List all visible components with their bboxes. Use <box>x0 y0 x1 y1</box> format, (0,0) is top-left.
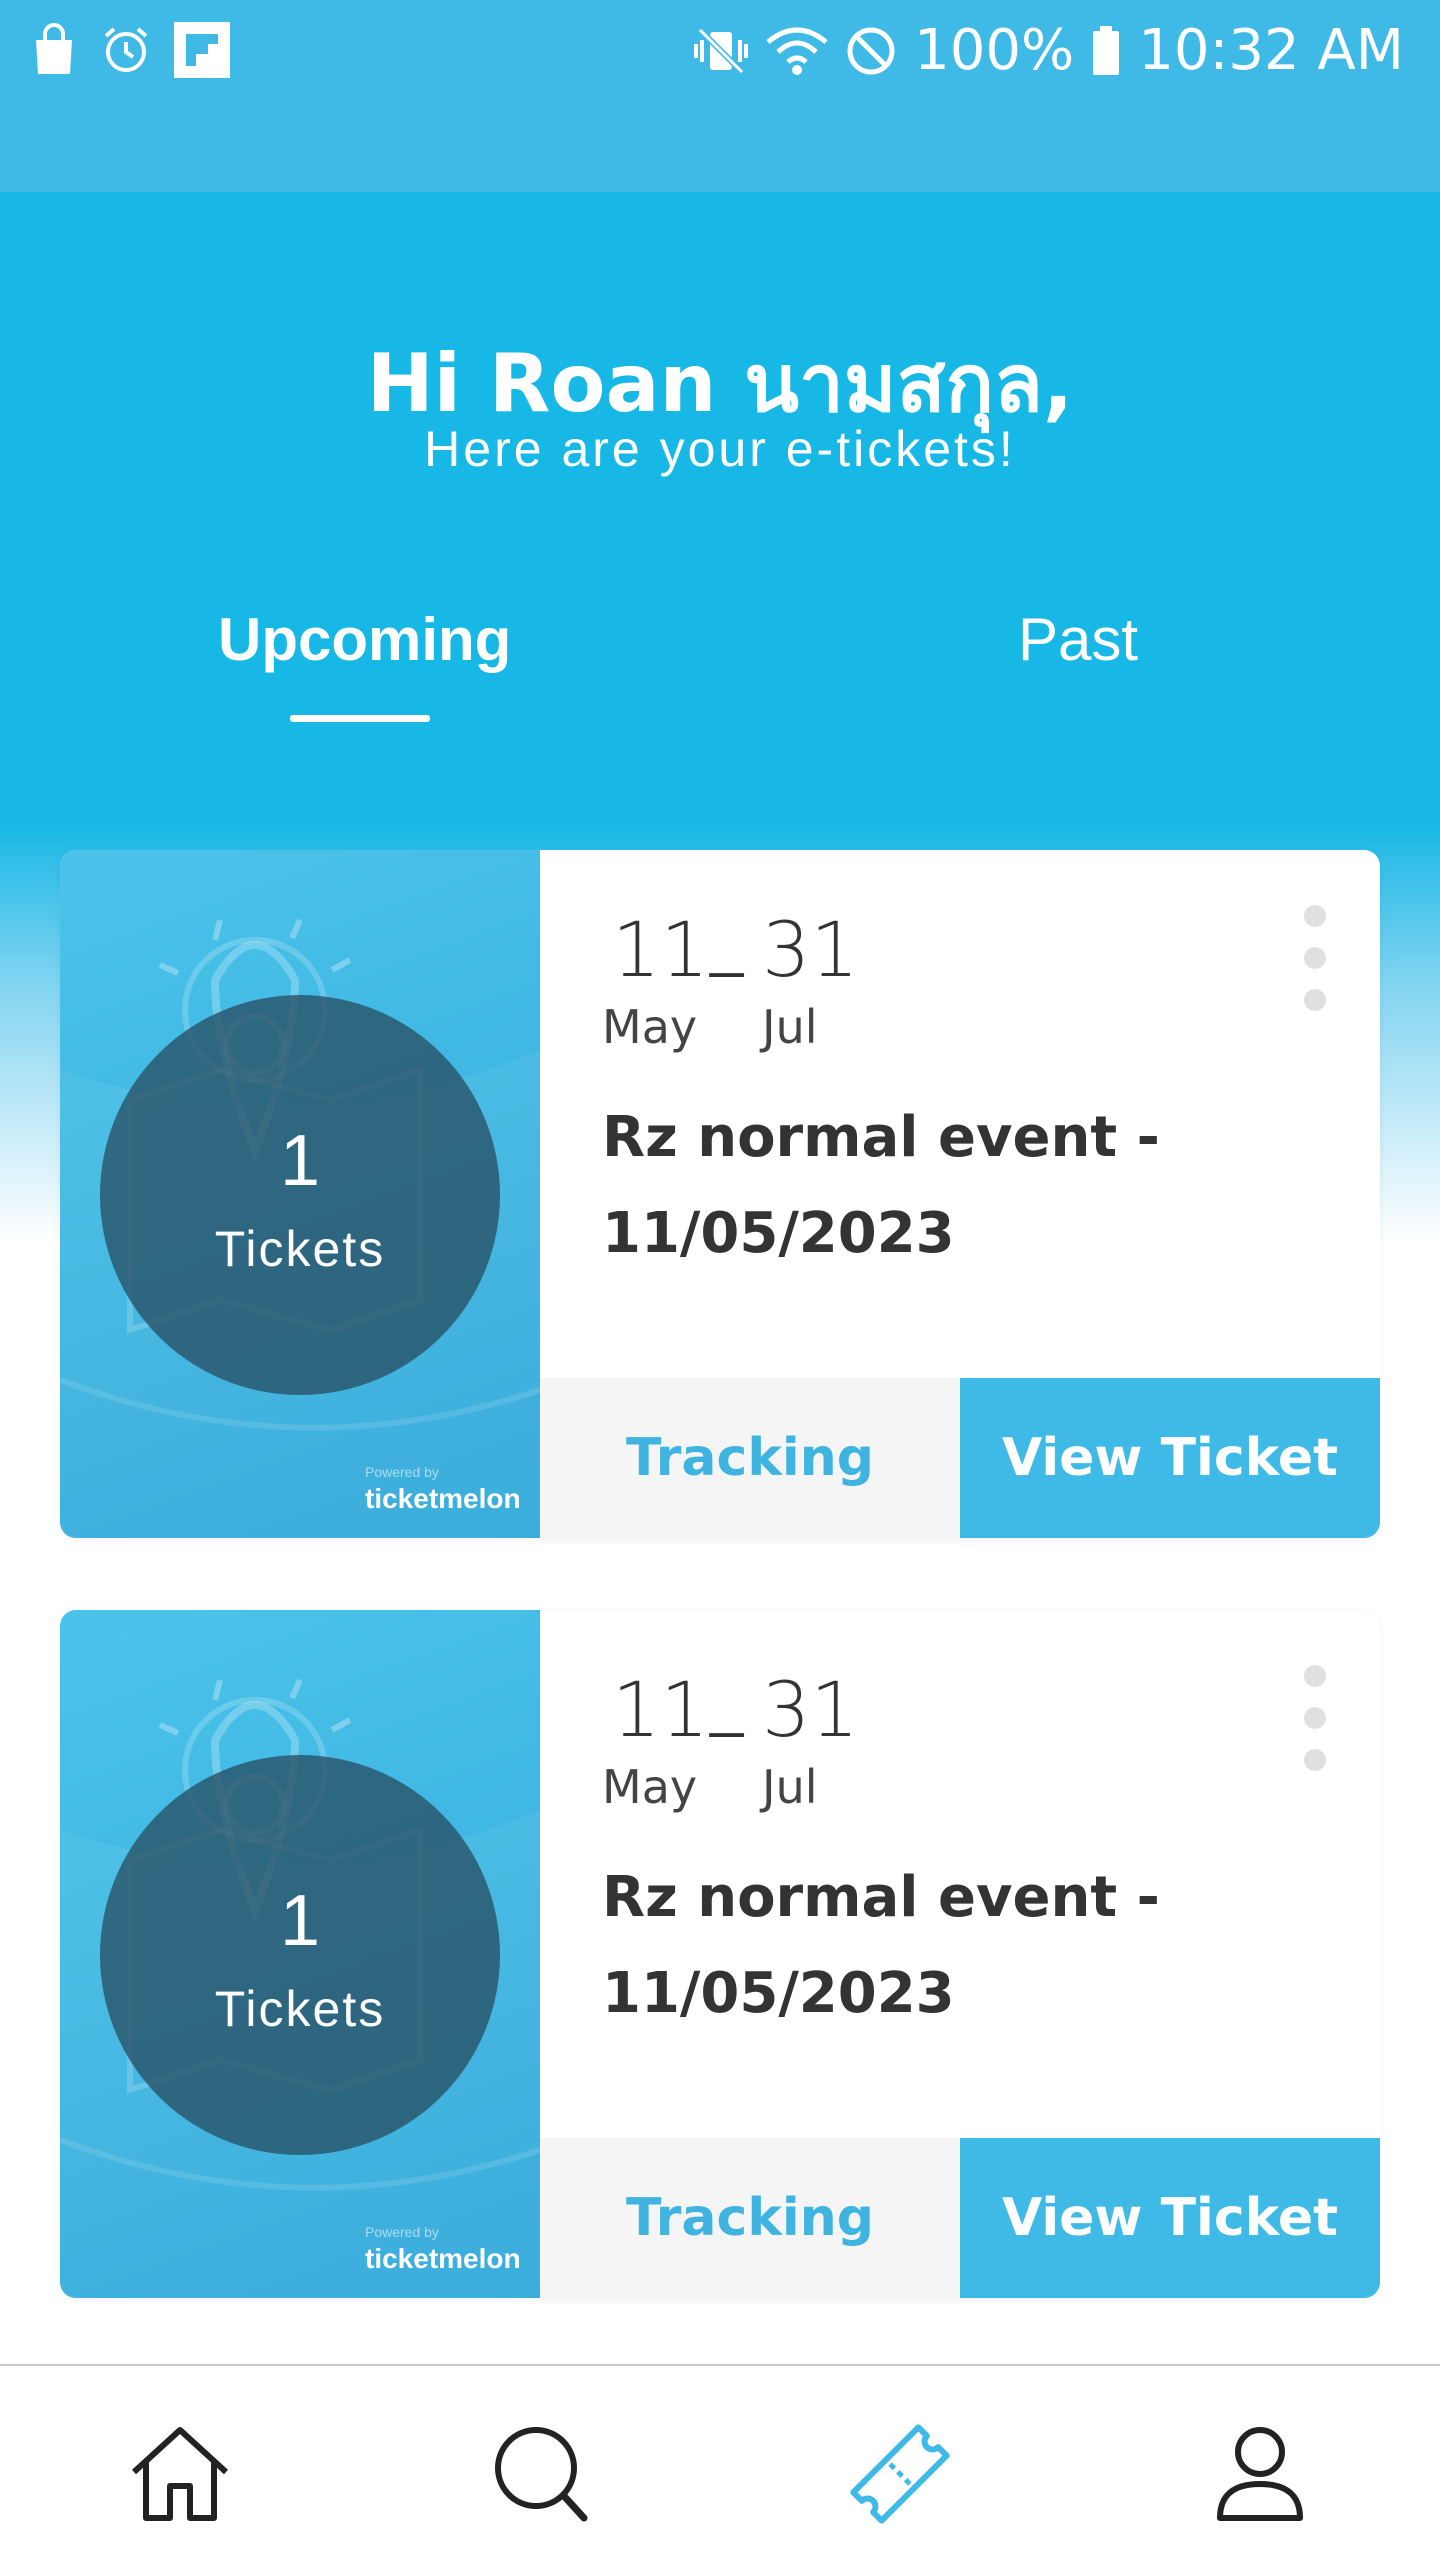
nav-tickets[interactable] <box>840 2414 960 2534</box>
end-month: Jul <box>762 1760 818 1814</box>
event-thumbnail[interactable]: 1 Tickets Powered by ticketmelon <box>60 1610 540 2298</box>
tracking-button[interactable]: Tracking <box>540 1378 960 1538</box>
powered-by-label: Powered by <box>365 2224 439 2240</box>
ticket-card[interactable]: 1 Tickets Powered by ticketmelon 11 May … <box>60 850 1380 1538</box>
tracking-button[interactable]: Tracking <box>540 2138 960 2298</box>
start-day: 11 <box>612 1665 709 1754</box>
clock: 10:32 AM <box>1138 18 1404 83</box>
end-month: Jul <box>762 1000 818 1054</box>
battery-icon <box>1093 25 1120 75</box>
view-ticket-button[interactable]: View Ticket <box>960 1378 1380 1538</box>
view-ticket-button[interactable]: View Ticket <box>960 2138 1380 2298</box>
greeting-subtitle: Here are your e-tickets! <box>424 421 1016 477</box>
alarm-icon <box>104 27 148 72</box>
brand-logo: ticketmelon <box>365 2243 521 2274</box>
more-options-icon[interactable] <box>1300 905 1330 1031</box>
home-icon <box>131 2427 229 2521</box>
event-title: Rz normal event - 11/05/2023 <box>602 1105 1160 1266</box>
shopping-bag-icon <box>36 23 72 74</box>
event-title: Rz normal event - 11/05/2023 <box>602 1865 1160 2026</box>
nav-profile[interactable] <box>1200 2414 1320 2534</box>
dnd-icon <box>847 27 895 74</box>
status-left-icons <box>30 22 230 78</box>
nav-home[interactable] <box>120 2414 240 2534</box>
end-day: 31 <box>762 1665 859 1754</box>
active-tab-indicator <box>290 715 430 722</box>
event-thumbnail[interactable]: 1 Tickets Powered by ticketmelon <box>60 850 540 1538</box>
powered-by-label: Powered by <box>365 1464 439 1480</box>
ticket-count: 1 <box>279 1121 321 1201</box>
start-day: 11 <box>612 905 709 994</box>
wifi-icon <box>766 27 828 75</box>
vibrate-icon <box>694 27 749 74</box>
ticket-icon <box>850 2424 950 2524</box>
bottom-navigation <box>0 2364 1440 2562</box>
start-month: May <box>602 1000 698 1054</box>
ticket-count-label: Tickets <box>214 1981 386 2037</box>
ticket-count: 1 <box>279 1881 321 1961</box>
status-bar: 100% 10:32 AM <box>0 0 1440 192</box>
tab-upcoming[interactable]: Upcoming <box>218 605 511 674</box>
ticket-count-label: Tickets <box>214 1221 386 1277</box>
nav-search[interactable] <box>480 2414 600 2534</box>
brand-logo: ticketmelon <box>365 1483 521 1514</box>
profile-icon <box>1217 2427 1303 2521</box>
search-icon <box>495 2427 588 2522</box>
battery-percent: 100% <box>914 18 1075 83</box>
date-separator: _ <box>710 911 744 978</box>
more-options-icon[interactable] <box>1300 1665 1330 1791</box>
flipboard-icon <box>174 22 230 78</box>
status-right-icons: 100% 10:32 AM <box>694 18 1404 83</box>
ticket-card[interactable]: 1 Tickets Powered by ticketmelon 11 May … <box>60 1610 1380 2298</box>
end-day: 31 <box>762 905 859 994</box>
start-month: May <box>602 1760 698 1814</box>
date-separator: _ <box>710 1671 744 1738</box>
tab-past[interactable]: Past <box>1018 605 1138 674</box>
